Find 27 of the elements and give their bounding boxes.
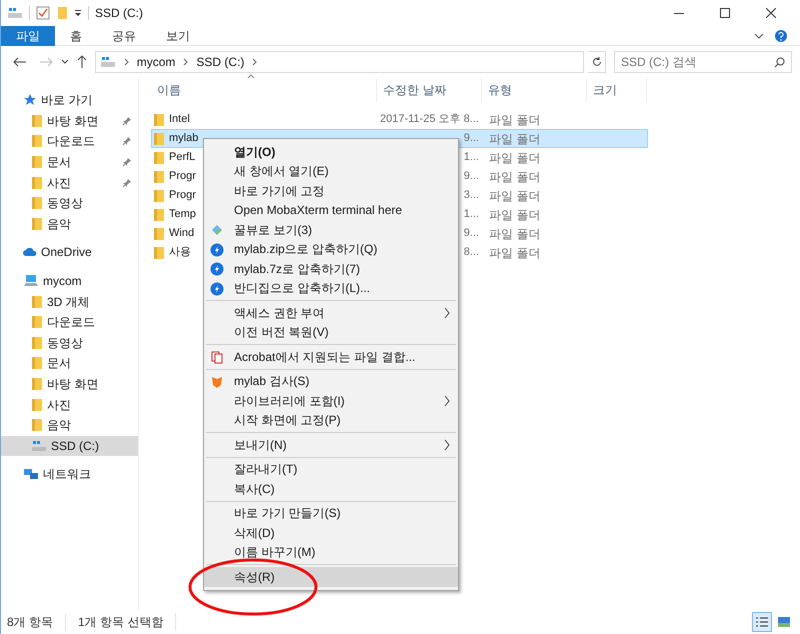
file-name: Temp [169, 207, 196, 222]
file-name: Progr [169, 188, 196, 204]
file-name: Progr [169, 169, 196, 184]
file-name: Intel [169, 112, 190, 128]
date-cell-text: 9... [464, 226, 479, 242]
date-cell-text: 1... [464, 207, 479, 222]
window-title: SSD (C:) [95, 5, 143, 22]
date-cell-text: 2017-11-25 오후 8... [380, 112, 479, 128]
item-count: 8개 항목 [7, 613, 66, 631]
file-name: mylab [169, 131, 198, 146]
selection-count: 1개 항목 선택함 [66, 613, 176, 631]
type-cell-text: 파일 폴더 [488, 150, 542, 166]
type-cell-text: 파일 폴더 [488, 112, 542, 128]
file-name: 사용 [169, 245, 191, 260]
type-cell-text: 파일 폴더 [488, 168, 542, 186]
type-cell-text: 파일 폴더 [488, 130, 542, 148]
date-cell-text: 9... [464, 131, 479, 146]
date-cell-text: 3... [464, 188, 479, 204]
type-cell-text: 파일 폴더 [488, 206, 542, 224]
type-cell-text: 파일 폴더 [488, 226, 542, 242]
date-cell-text: 9... [464, 169, 479, 184]
type-cell-text: 파일 폴더 [488, 244, 542, 262]
file-name: Wind [169, 226, 194, 242]
date-cell-text: 1... [464, 150, 479, 166]
file-name: PerfL [169, 150, 196, 166]
type-cell-text: 파일 폴더 [488, 188, 542, 204]
date-cell-text: 8... [464, 245, 479, 260]
